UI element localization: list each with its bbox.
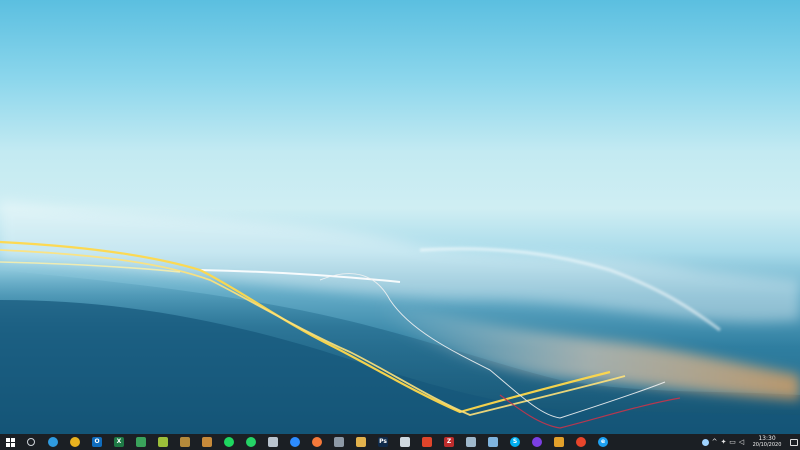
system-tray: ^ ✦ ▭ ◁ 13:30 20/10/2020 — [701, 434, 800, 450]
taskbar-app-network[interactable] — [460, 434, 482, 450]
skype-icon: S — [510, 437, 520, 447]
taskbar-app-calculator[interactable] — [328, 434, 350, 450]
dropbox-icon[interactable]: ✦ — [719, 434, 728, 450]
taskbar-app-search[interactable] — [20, 434, 42, 450]
chevron-up-icon[interactable]: ^ — [710, 434, 719, 450]
excel-icon: X — [114, 437, 124, 447]
start-button[interactable] — [0, 434, 20, 450]
whatsapp-icon — [246, 437, 256, 447]
taskbar-app-cloud[interactable] — [394, 434, 416, 450]
taskbar-app-mixed[interactable] — [548, 434, 570, 450]
taskbar-app-app[interactable] — [174, 434, 196, 450]
light-trails-image — [0, 200, 800, 434]
clock-time: 13:30 — [758, 435, 776, 442]
folder-icon — [356, 437, 366, 447]
taskbar-app-outlook[interactable]: O — [86, 434, 108, 450]
taskbar-app-skype[interactable]: S — [504, 434, 526, 450]
chrome-red-icon — [576, 437, 586, 447]
notification-icon[interactable] — [788, 434, 800, 450]
taskbar-app-store[interactable] — [196, 434, 218, 450]
taskbar-app-chrome[interactable] — [64, 434, 86, 450]
desktop-wallpaper — [0, 0, 800, 434]
clock[interactable]: 13:30 20/10/2020 — [746, 434, 788, 450]
spotify-icon — [224, 437, 234, 447]
user-icon[interactable] — [701, 434, 710, 450]
mixed-icon — [554, 437, 564, 447]
sheets-icon — [136, 437, 146, 447]
ie-icon: e — [598, 437, 608, 447]
taskbar-app-file[interactable] — [262, 434, 284, 450]
filezilla-icon: Z — [444, 437, 454, 447]
taskbar-app-spotify[interactable] — [218, 434, 240, 450]
edge-icon — [48, 437, 58, 447]
taskbar: O X Ps Z Se ^ ✦ ▭ ◁ 13:30 20/10/2020 — [0, 434, 800, 450]
photoshop-icon: Ps — [378, 437, 388, 447]
scanner-icon — [488, 437, 498, 447]
taskbar-app-firefox[interactable] — [306, 434, 328, 450]
taskbar-app-whatsapp[interactable] — [240, 434, 262, 450]
taskbar-app-folder[interactable] — [350, 434, 372, 450]
taskbar-app-filezilla[interactable]: Z — [438, 434, 460, 450]
volume-icon[interactable]: ◁ — [737, 434, 746, 450]
leaf-icon — [158, 437, 168, 447]
taskbar-app-leaf[interactable] — [152, 434, 174, 450]
windows-logo-icon — [5, 437, 15, 447]
taskbar-app-zoom[interactable] — [284, 434, 306, 450]
zoom-icon — [290, 437, 300, 447]
clock-date: 20/10/2020 — [752, 442, 782, 448]
taskbar-app-firefox-alt[interactable] — [526, 434, 548, 450]
taskbar-app-sheets[interactable] — [130, 434, 152, 450]
search-icon — [27, 438, 35, 446]
taskbar-app-scanner[interactable] — [482, 434, 504, 450]
file-icon — [268, 437, 278, 447]
red-app-icon — [422, 437, 432, 447]
outlook-icon: O — [92, 437, 102, 447]
taskbar-app-photoshop[interactable]: Ps — [372, 434, 394, 450]
firefox-icon — [312, 437, 322, 447]
taskbar-app-ie[interactable]: e — [592, 434, 614, 450]
network-tray-icon[interactable]: ▭ — [728, 434, 737, 450]
network-icon — [466, 437, 476, 447]
taskbar-app-edge[interactable] — [42, 434, 64, 450]
cloud-icon — [400, 437, 410, 447]
firefox-alt-icon — [532, 437, 542, 447]
calculator-icon — [334, 437, 344, 447]
chrome-icon — [70, 437, 80, 447]
store-icon — [202, 437, 212, 447]
taskbar-app-red-app[interactable] — [416, 434, 438, 450]
app-icon — [180, 437, 190, 447]
taskbar-apps: O X Ps Z Se — [20, 434, 614, 450]
taskbar-app-chrome-red[interactable] — [570, 434, 592, 450]
taskbar-app-excel[interactable]: X — [108, 434, 130, 450]
